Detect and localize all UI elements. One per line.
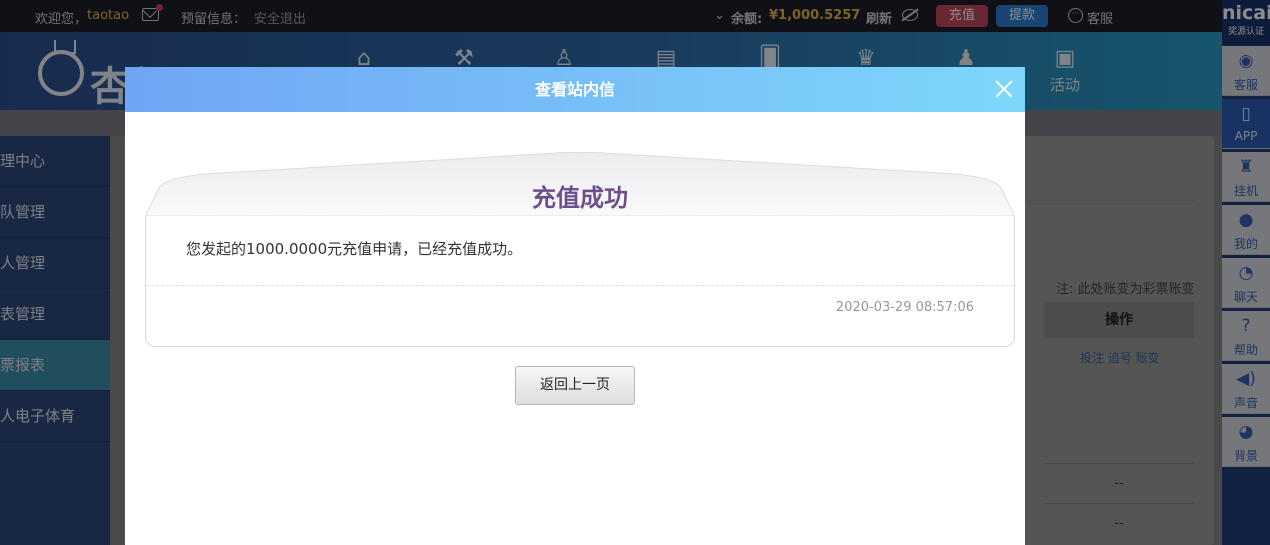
letter-message: 您发起的1000.0000元充值申请，已经充值成功。 <box>186 240 523 258</box>
letter-body: 您发起的1000.0000元充值申请，已经充值成功。 2020-03-29 08… <box>145 216 1015 347</box>
letter-title: 充值成功 <box>532 184 628 212</box>
modal-title: 查看站内信 <box>534 80 615 99</box>
letter-card: 充值成功 您发起的1000.0000元充值申请，已经充值成功。 2020-03-… <box>145 152 1015 347</box>
modal-header: 查看站内信 <box>125 67 1025 112</box>
back-button[interactable]: 返回上一页 <box>515 366 635 405</box>
divider <box>146 285 1014 286</box>
close-icon[interactable] <box>993 78 1015 100</box>
message-modal: 查看站内信 充值成功 您发起的1000.0000元充值申请，已经充值成功。 20… <box>125 67 1025 545</box>
letter-timestamp: 2020-03-29 08:57:06 <box>835 300 974 315</box>
